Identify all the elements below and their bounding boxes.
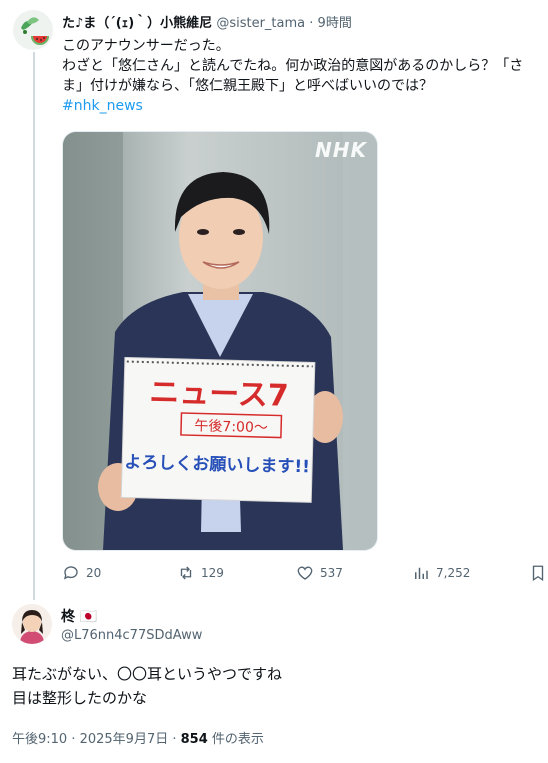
reply-author-name-text: 柊 (61, 609, 75, 625)
like-button[interactable]: 537 (296, 562, 343, 584)
tweet-text-line: このアナウンサーだった。 (62, 38, 230, 54)
tweet-text: このアナウンサーだった。 わざと「悠仁さん」と読んでたね。何か政治的意図があるの… (62, 36, 548, 116)
reply-text: 耳たぶがない、〇〇耳というやつですね 目は整形したのかな (12, 662, 542, 710)
nhk-watermark-logo: NHK (315, 138, 367, 162)
author-avatar[interactable] (13, 10, 53, 50)
reply-author-name[interactable]: 柊 🇯🇵 (61, 606, 97, 626)
analytics-icon (415, 567, 428, 579)
announcer-photo: ニュース7 午後7:00〜 よろしくお願いします!! (63, 132, 377, 550)
thread-connector-line (33, 52, 35, 600)
retweet-icon (180, 566, 192, 580)
retweet-count: 129 (201, 566, 224, 580)
reply-text-line: 耳たぶがない、〇〇耳というやつですね (12, 665, 283, 683)
reply-timestamp[interactable]: 午後9:10 · 2025年9月7日 · (12, 732, 181, 747)
reply-text-line: 目は整形したのかな (12, 689, 148, 707)
tweet-text-line: わざと「悠仁さん」と読んでたね。何か政治的意図があるのかしら？「さ (62, 58, 524, 74)
reply-count: 20 (86, 566, 102, 580)
author-handle[interactable]: @sister_tama (216, 16, 305, 31)
reply-author-handle[interactable]: @L76nn4c77SDdAww (61, 628, 202, 643)
sign-title: ニュース7 (149, 375, 289, 414)
hashtag-link[interactable]: #nhk_news (62, 96, 548, 116)
like-count: 537 (320, 566, 343, 580)
bookmark-button[interactable] (529, 562, 547, 584)
tweet-actions-bar: 20 129 537 7,252 (62, 562, 548, 584)
sign-time: 午後7:00〜 (194, 418, 268, 436)
reply-view-suffix: 件の表示 (207, 732, 264, 747)
reply-icon (63, 566, 78, 580)
tweet-time[interactable]: 9時間 (318, 16, 352, 31)
retweet-button[interactable]: 129 (177, 562, 224, 584)
tweet-header: た♪ま（´(ｪ)｀）小熊維尼 @sister_tama · 9時間 (62, 12, 352, 31)
avatar-illustration-icon (12, 604, 52, 644)
view-count: 7,252 (436, 566, 471, 580)
reply-button[interactable]: 20 (62, 562, 101, 584)
tweet-media-image[interactable]: ニュース7 午後7:00〜 よろしくお願いします!! NHK (62, 131, 378, 551)
tweet-text-line: ま」付けが嫌なら、「悠仁親王殿下」と呼べばいいのでは？ (62, 78, 433, 94)
separator-dot: · (309, 16, 314, 31)
heart-icon (297, 566, 313, 580)
author-name[interactable]: た♪ま（´(ｪ)｀）小熊維尼 (62, 16, 212, 31)
views-button[interactable]: 7,252 (412, 562, 470, 584)
reply-view-count: 854 (180, 732, 208, 747)
japan-flag-icon: 🇯🇵 (79, 609, 98, 625)
bookmark-icon (532, 565, 544, 582)
reply-meta: 午後9:10 · 2025年9月7日 · 854 件の表示 (12, 728, 264, 747)
reply-author-avatar[interactable] (12, 604, 52, 644)
avatar-illustration-icon (13, 10, 53, 50)
